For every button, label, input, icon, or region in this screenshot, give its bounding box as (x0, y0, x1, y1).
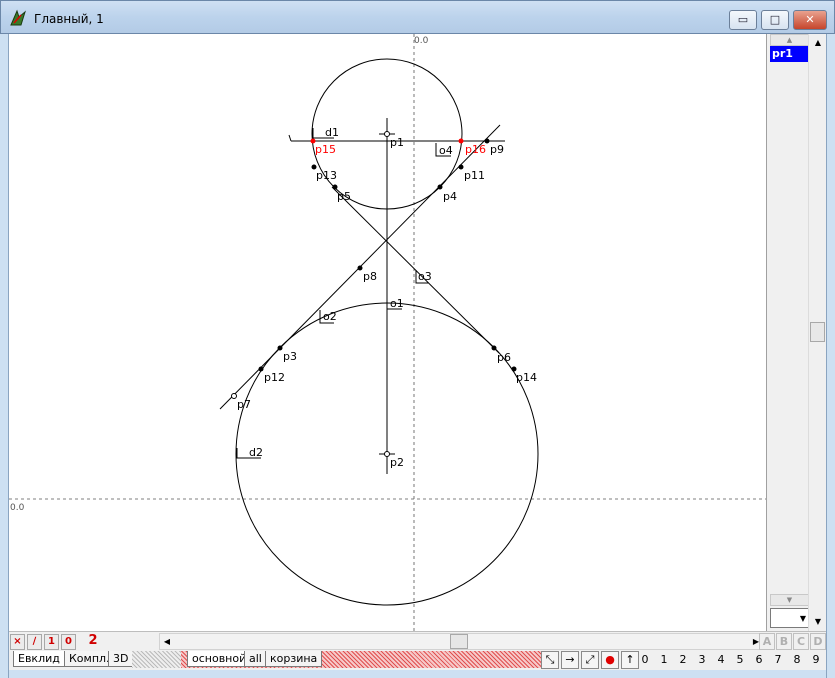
view-a-button[interactable]: A (759, 633, 775, 650)
layer-item-pr1[interactable]: pr1 (770, 46, 809, 62)
bottom-tab-row: Евклид Компл. 3D основной all корзина ⤡ … (9, 650, 826, 670)
label-p6: p6 (497, 351, 511, 364)
label-p15: p15 (315, 143, 336, 156)
point-p2-marker (384, 451, 390, 457)
digit-1-button[interactable]: 1 (656, 652, 672, 668)
label-d1: d1 (325, 126, 339, 139)
point-p12-marker (258, 366, 264, 372)
point-p8-marker (357, 265, 363, 271)
window-frame-left (0, 34, 9, 678)
point-p6-marker (491, 345, 497, 351)
drawing-canvas[interactable]: 0.0 0.0 p1 p2 p3 p4 p5 p6 p7 p8 p9 p11 p… (9, 34, 766, 631)
tab-euclid[interactable]: Евклид (13, 651, 65, 667)
digit-4-button[interactable]: 4 (713, 652, 729, 668)
label-p16: p16 (465, 143, 486, 156)
layer-scroll-down[interactable]: ▼ (770, 594, 809, 606)
point-p7-marker (231, 393, 237, 399)
line-mode-button[interactable]: ∕ (27, 634, 42, 650)
point-tool-button[interactable]: ● (601, 651, 619, 669)
digit-6-button[interactable]: 6 (751, 652, 767, 668)
label-p3: p3 (283, 350, 297, 363)
label-p13: p13 (316, 169, 337, 182)
label-o3: o3 (418, 270, 432, 283)
label-p11: p11 (464, 169, 485, 182)
label-p1: p1 (390, 136, 404, 149)
tab-filler (132, 651, 188, 668)
label-p7: p7 (237, 398, 251, 411)
bottom-control-row: × ∕ 1 0 2 ◀ ▶ A B C D (9, 631, 826, 650)
digit-3-button[interactable]: 3 (694, 652, 710, 668)
digit-9-button[interactable]: 9 (808, 652, 824, 668)
d1-tick (288, 134, 292, 142)
origin-x-label: 0.0 (414, 36, 429, 46)
tab-3d[interactable]: 3D (108, 651, 134, 667)
point-p5-marker (332, 184, 338, 190)
label-p2: p2 (390, 456, 404, 469)
label-p14: p14 (516, 371, 537, 384)
close-button[interactable]: ✕ (793, 10, 827, 30)
curve-tool-button[interactable]: ⤡ (541, 651, 559, 669)
label-o2: o2 (323, 310, 337, 323)
point-p11-marker (458, 164, 464, 170)
counter-value: 2 (88, 633, 98, 648)
label-p12: p12 (264, 371, 285, 384)
point-p4-marker (437, 184, 443, 190)
digit-0-button[interactable]: 0 (637, 652, 653, 668)
arrow-right-tool-button[interactable]: → (561, 651, 579, 669)
view-c-button[interactable]: C (793, 633, 809, 650)
vertical-scroll-thumb[interactable] (810, 322, 825, 342)
label-p4: p4 (443, 190, 457, 203)
point-p1-marker (384, 131, 390, 137)
point-p3-marker (277, 345, 283, 351)
horizontal-scroll-thumb[interactable] (450, 634, 468, 649)
digit-2-button[interactable]: 2 (675, 652, 691, 668)
layer-scroll-up[interactable]: ▲ (770, 34, 809, 46)
app-icon (10, 9, 26, 26)
maximize-button[interactable]: □ (761, 10, 789, 30)
horizontal-scrollbar[interactable]: ◀ ▶ (159, 633, 764, 650)
delete-mode-button[interactable]: × (10, 634, 25, 650)
digit-8-button[interactable]: 8 (789, 652, 805, 668)
origin-y-label: 0.0 (10, 503, 25, 513)
label-p5: p5 (337, 190, 351, 203)
sheet-tab-main[interactable]: основной (187, 651, 252, 667)
diagonal-tool-button[interactable]: ⤢ (581, 651, 599, 669)
vertical-scrollbar[interactable]: ▲ ▼ (808, 34, 826, 631)
mode-0-button[interactable]: 0 (61, 634, 76, 650)
geometry-drawing[interactable]: 0.0 0.0 p1 p2 p3 p4 p5 p6 p7 p8 p9 p11 p… (9, 34, 766, 631)
scroll-down-arrow[interactable]: ▼ (810, 613, 826, 630)
digit-7-button[interactable]: 7 (770, 652, 786, 668)
window-frame-right (826, 34, 835, 678)
window-frame-bottom (9, 670, 826, 678)
view-d-button[interactable]: D (810, 633, 826, 650)
minimize-button[interactable]: ▭ (729, 10, 757, 30)
scroll-left-arrow[interactable]: ◀ (160, 634, 174, 649)
layer-combo[interactable]: ▼ (770, 608, 809, 628)
sheet-tab-all[interactable]: all (244, 651, 267, 667)
label-o1: o1 (390, 297, 404, 310)
label-p8: p8 (363, 270, 377, 283)
label-o4: o4 (439, 144, 453, 157)
window-title: Главный, 1 (34, 12, 104, 26)
sheet-tab-trash[interactable]: корзина (265, 651, 323, 667)
label-p9: p9 (490, 143, 504, 156)
title-bar: Главный, 1 ▭ □ ✕ (0, 0, 835, 34)
scroll-up-arrow[interactable]: ▲ (810, 34, 826, 51)
label-d2: d2 (249, 446, 263, 459)
mode-1-button[interactable]: 1 (44, 634, 59, 650)
point-p16-marker (458, 138, 464, 144)
tab-complex[interactable]: Компл. (64, 651, 115, 667)
view-b-button[interactable]: B (776, 633, 792, 650)
digit-5-button[interactable]: 5 (732, 652, 748, 668)
chevron-down-icon: ▼ (799, 614, 806, 623)
